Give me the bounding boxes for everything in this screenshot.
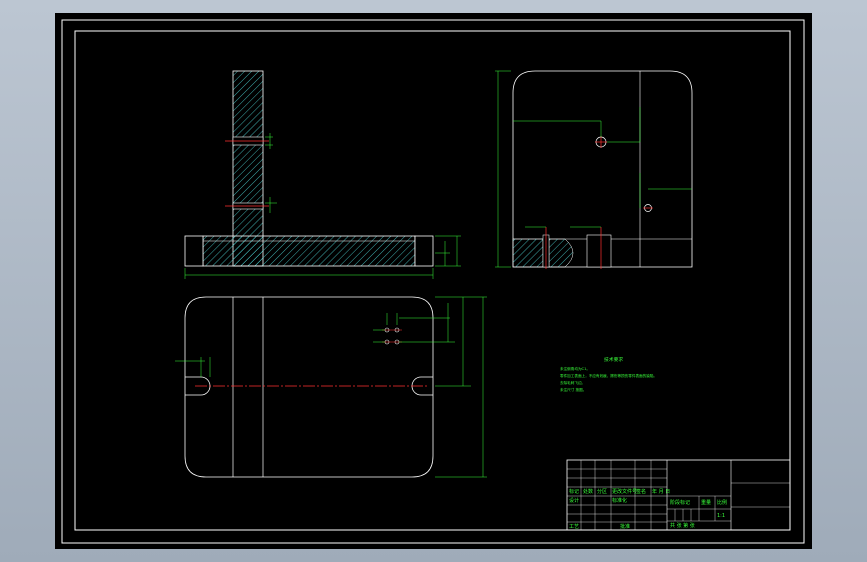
- tb-zone-label: 分区: [597, 488, 607, 495]
- title-block[interactable]: 标记 处数 分区 更改文件号 签名 年 月 日 设计 标准化 工艺 批准 阶段标…: [566, 459, 791, 531]
- tb-scale-value: 1:1: [717, 513, 725, 519]
- base-plate: [202, 235, 416, 267]
- right-foot: [414, 235, 434, 267]
- note-line-1: 未注倒角均为C1。: [560, 366, 590, 371]
- note-line-3: 去除毛刺飞边。: [560, 380, 585, 385]
- drawing-canvas: 技术要求 未注倒角均为C1。 零件加工表面上，不应有划痕、擦伤等损伤零件表面的缺…: [61, 19, 805, 544]
- cad-viewport[interactable]: 技术要求 未注倒角均为C1。 零件加工表面上，不应有划痕、擦伤等损伤零件表面的缺…: [55, 13, 812, 549]
- top-outline: [184, 296, 434, 478]
- tb-approve-label: 批准: [620, 523, 630, 530]
- inner-border: [74, 30, 791, 531]
- note-line-2: 零件加工表面上，不应有划痕、擦伤等损伤零件表面的缺陷。: [560, 373, 657, 378]
- side-hatch-right: [548, 238, 574, 268]
- side-view[interactable]: [495, 70, 693, 269]
- tb-weight-label: 重量: [701, 499, 711, 506]
- tb-count-label: 处数: [583, 488, 593, 495]
- tb-stage-label: 阶段标记: [670, 499, 690, 506]
- tb-date-label: 年 月 日: [652, 488, 670, 495]
- top-view[interactable]: [175, 296, 487, 478]
- outer-border: [61, 19, 805, 544]
- left-foot: [184, 235, 204, 267]
- tb-change-doc-label: 更改文件号: [612, 488, 637, 495]
- technical-requirements: 技术要求 未注倒角均为C1。 零件加工表面上，不应有划痕、擦伤等损伤零件表面的缺…: [560, 356, 657, 392]
- tb-designer-label: 设计: [569, 497, 579, 504]
- tb-sheet-label: 共 张 第 张: [670, 522, 695, 529]
- tb-signature-label: 签名: [636, 488, 646, 495]
- front-section-view[interactable]: [184, 70, 461, 279]
- tb-process-label: 工艺: [569, 524, 579, 530]
- note-line-4: 未注尺寸 按图。: [560, 387, 586, 392]
- side-hatch-left: [512, 238, 544, 268]
- tb-standard-label: 标准化: [612, 497, 627, 504]
- notes-title: 技术要求: [604, 356, 623, 363]
- tb-scale-label: 比例: [717, 499, 727, 506]
- tb-marker-label: 标记: [569, 488, 579, 495]
